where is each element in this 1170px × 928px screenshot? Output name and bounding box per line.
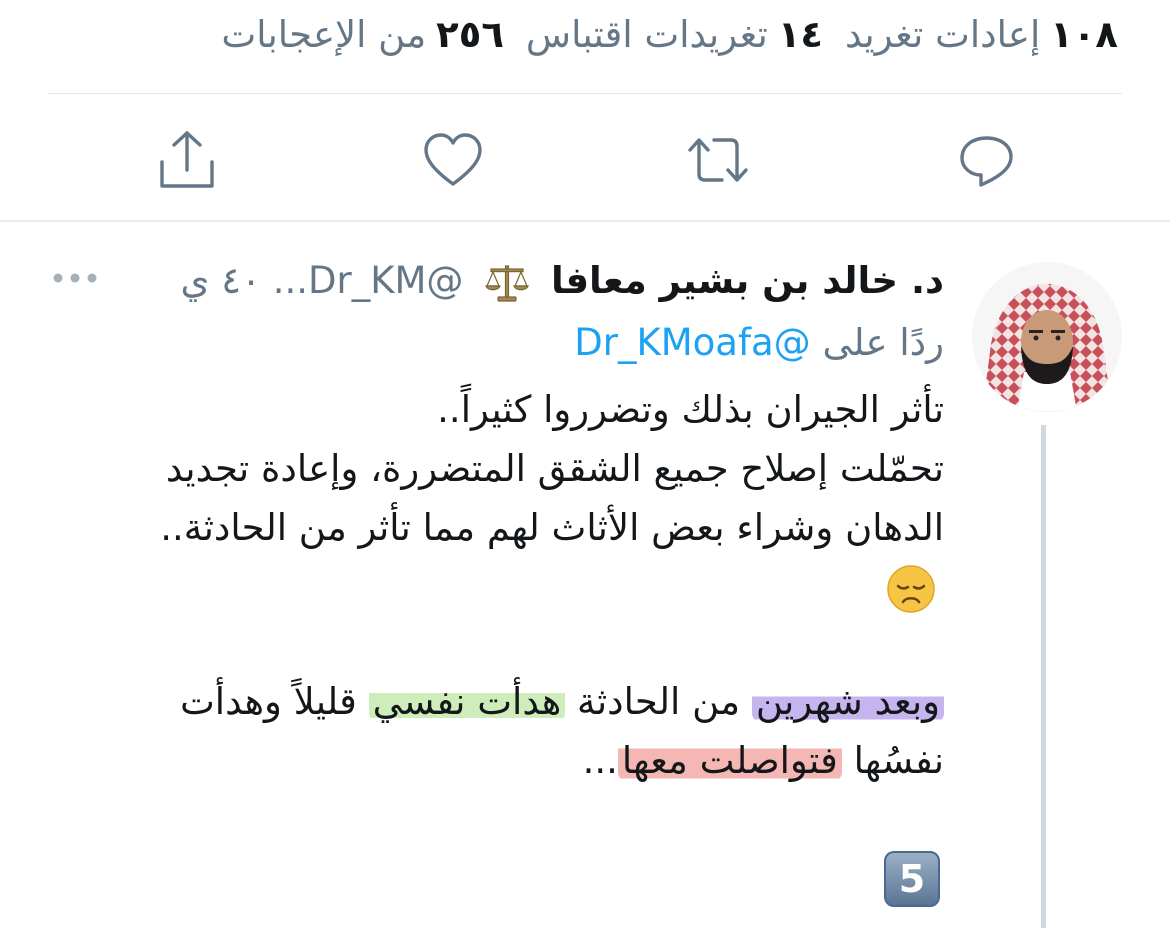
replying-to-handle[interactable]: @Dr_KMoafa xyxy=(574,321,810,364)
share-icon xyxy=(160,131,214,188)
likes-label[interactable]: من الإعجابات xyxy=(221,13,426,56)
reply-icon xyxy=(960,136,1013,187)
tweet-paragraph: تأثر الجيران بذلك وتضرروا كثيراً.. تحمّل… xyxy=(94,380,944,616)
tweet-text: تأثر الجيران بذلك وتضرروا كثيراً.. تحمّل… xyxy=(94,380,944,790)
highlight-green: هدأت نفسي xyxy=(368,680,566,723)
replying-to-label: ردًا على xyxy=(822,321,944,364)
display-name[interactable]: د. خالد بن بشير معافا xyxy=(551,259,944,302)
heart-icon xyxy=(424,133,482,186)
tweet-time[interactable]: ٤٠ ي xyxy=(180,259,260,302)
retweets-count[interactable]: ١٠٨ xyxy=(1050,13,1118,56)
highlight-red: فتواصلت معها xyxy=(617,739,842,782)
tweet-stats: ١٠٨إعادات تغريد ١٤تغريدات اقتباس ٢٥٦من الإ… xyxy=(221,10,1118,60)
like-button[interactable] xyxy=(418,125,488,195)
tweet-paragraph: وبعد شهرين من الحادثة هدأت نفسي قليلاً و… xyxy=(94,672,944,790)
tweet-text-line: تأثر الجيران بذلك وتضرروا كثيراً.. xyxy=(437,388,944,431)
quotes-label[interactable]: تغريدات اقتباس xyxy=(526,13,768,56)
retweets-label[interactable]: إعادات تغريد xyxy=(845,13,1040,56)
section-divider xyxy=(0,220,1170,222)
likes-count[interactable]: ٢٥٦ xyxy=(436,13,504,56)
avatar[interactable] xyxy=(972,262,1122,412)
retweet-button[interactable] xyxy=(683,125,753,195)
quotes-count[interactable]: ١٤ xyxy=(778,13,823,56)
highlight-purple: وبعد شهرين xyxy=(751,680,944,723)
share-button[interactable] xyxy=(152,125,222,195)
replying-to: ردًا على @Dr_KMoafa xyxy=(574,318,944,368)
retweet-icon xyxy=(688,138,748,182)
scale-icon xyxy=(485,264,530,302)
stats-divider xyxy=(48,93,1122,94)
tweet-header: د. خالد بن بشير معافا @Dr_KM... ٤٠ ي xyxy=(180,252,944,310)
thread-connector xyxy=(1041,425,1046,928)
tweet-text-line: تحمّلت إصلاح جميع الشقق المتضررة، وإعادة… xyxy=(160,447,944,549)
more-options-icon[interactable] xyxy=(52,268,98,288)
avatar-image xyxy=(972,262,1122,412)
thread-number-keycap: 5 xyxy=(884,851,940,907)
user-handle[interactable]: @Dr_KM... xyxy=(273,259,464,302)
reply-button[interactable] xyxy=(952,125,1022,195)
disappointed-face-icon xyxy=(887,564,935,613)
tweet-text-segment: من الحادثة xyxy=(577,680,741,723)
tweet-action-bar xyxy=(0,125,1170,195)
tweet-text-ellipsis: ... xyxy=(582,739,618,782)
